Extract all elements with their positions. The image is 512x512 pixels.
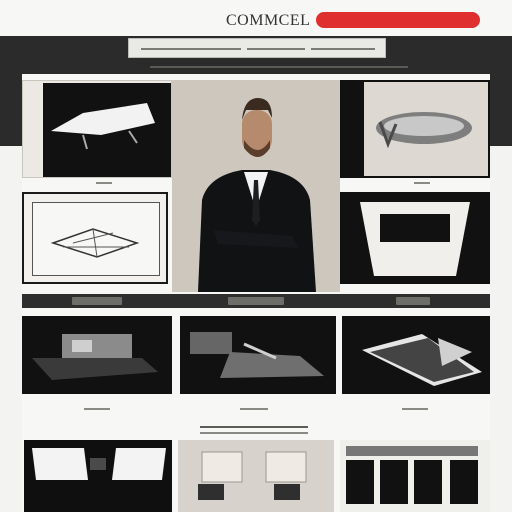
industrial-installation-icon: [190, 332, 324, 378]
black-frame-shape-icon: [340, 192, 490, 284]
subnav-item-3[interactable]: [311, 48, 375, 50]
category-chip-1[interactable]: [72, 297, 122, 305]
sub-navigation-bar[interactable]: [128, 38, 386, 58]
gallery-card-2[interactable]: [180, 316, 336, 394]
header-accent-button[interactable]: [316, 12, 480, 28]
category-chip-2[interactable]: [228, 297, 284, 305]
category-chip-3[interactable]: [396, 297, 430, 305]
gallery-caption-3: [402, 408, 428, 410]
metal-ring-sculpture-icon: [376, 112, 472, 149]
content-panel: [22, 74, 490, 512]
hero-card-top-right[interactable]: [340, 80, 490, 178]
hero-card-bottom-left[interactable]: [22, 192, 168, 284]
subnav-item-2[interactable]: [247, 48, 305, 50]
gallery-card-1[interactable]: [22, 316, 172, 394]
storefront-icon: [340, 440, 490, 512]
hero-card-top-right-image: [364, 82, 488, 176]
hero-card-top-left[interactable]: [22, 80, 172, 178]
architectural-sketch-icon: [50, 228, 140, 258]
bottom-card-2[interactable]: [178, 440, 334, 512]
hero-caption-right: [414, 182, 430, 184]
abstract-wing-sculpture-icon: [51, 103, 155, 150]
hero-card-bottom-right[interactable]: [340, 192, 490, 284]
stage-interior-icon: [24, 440, 172, 512]
bottom-card-1[interactable]: [24, 440, 172, 512]
section-subheading-line: [200, 432, 308, 434]
angled-plates-sculpture-icon: [362, 334, 482, 386]
category-strip: [22, 294, 490, 308]
logo-text[interactable]: COMMCEL: [226, 12, 310, 30]
lounge-interior-icon: [178, 440, 334, 512]
machinery-model-icon: [32, 334, 158, 380]
gallery-caption-2: [240, 408, 268, 410]
hero-caption-left: [96, 182, 112, 184]
portrait-image: [172, 80, 340, 292]
subnav-item-1[interactable]: [141, 48, 241, 50]
gallery-caption-1: [84, 408, 110, 410]
hero-card-top-left-image: [43, 83, 171, 177]
bottom-card-3[interactable]: [340, 440, 490, 512]
gallery-card-3[interactable]: [342, 316, 490, 394]
section-heading-line: [200, 426, 308, 428]
portrait-card[interactable]: [172, 80, 340, 292]
header-divider: [150, 66, 408, 68]
